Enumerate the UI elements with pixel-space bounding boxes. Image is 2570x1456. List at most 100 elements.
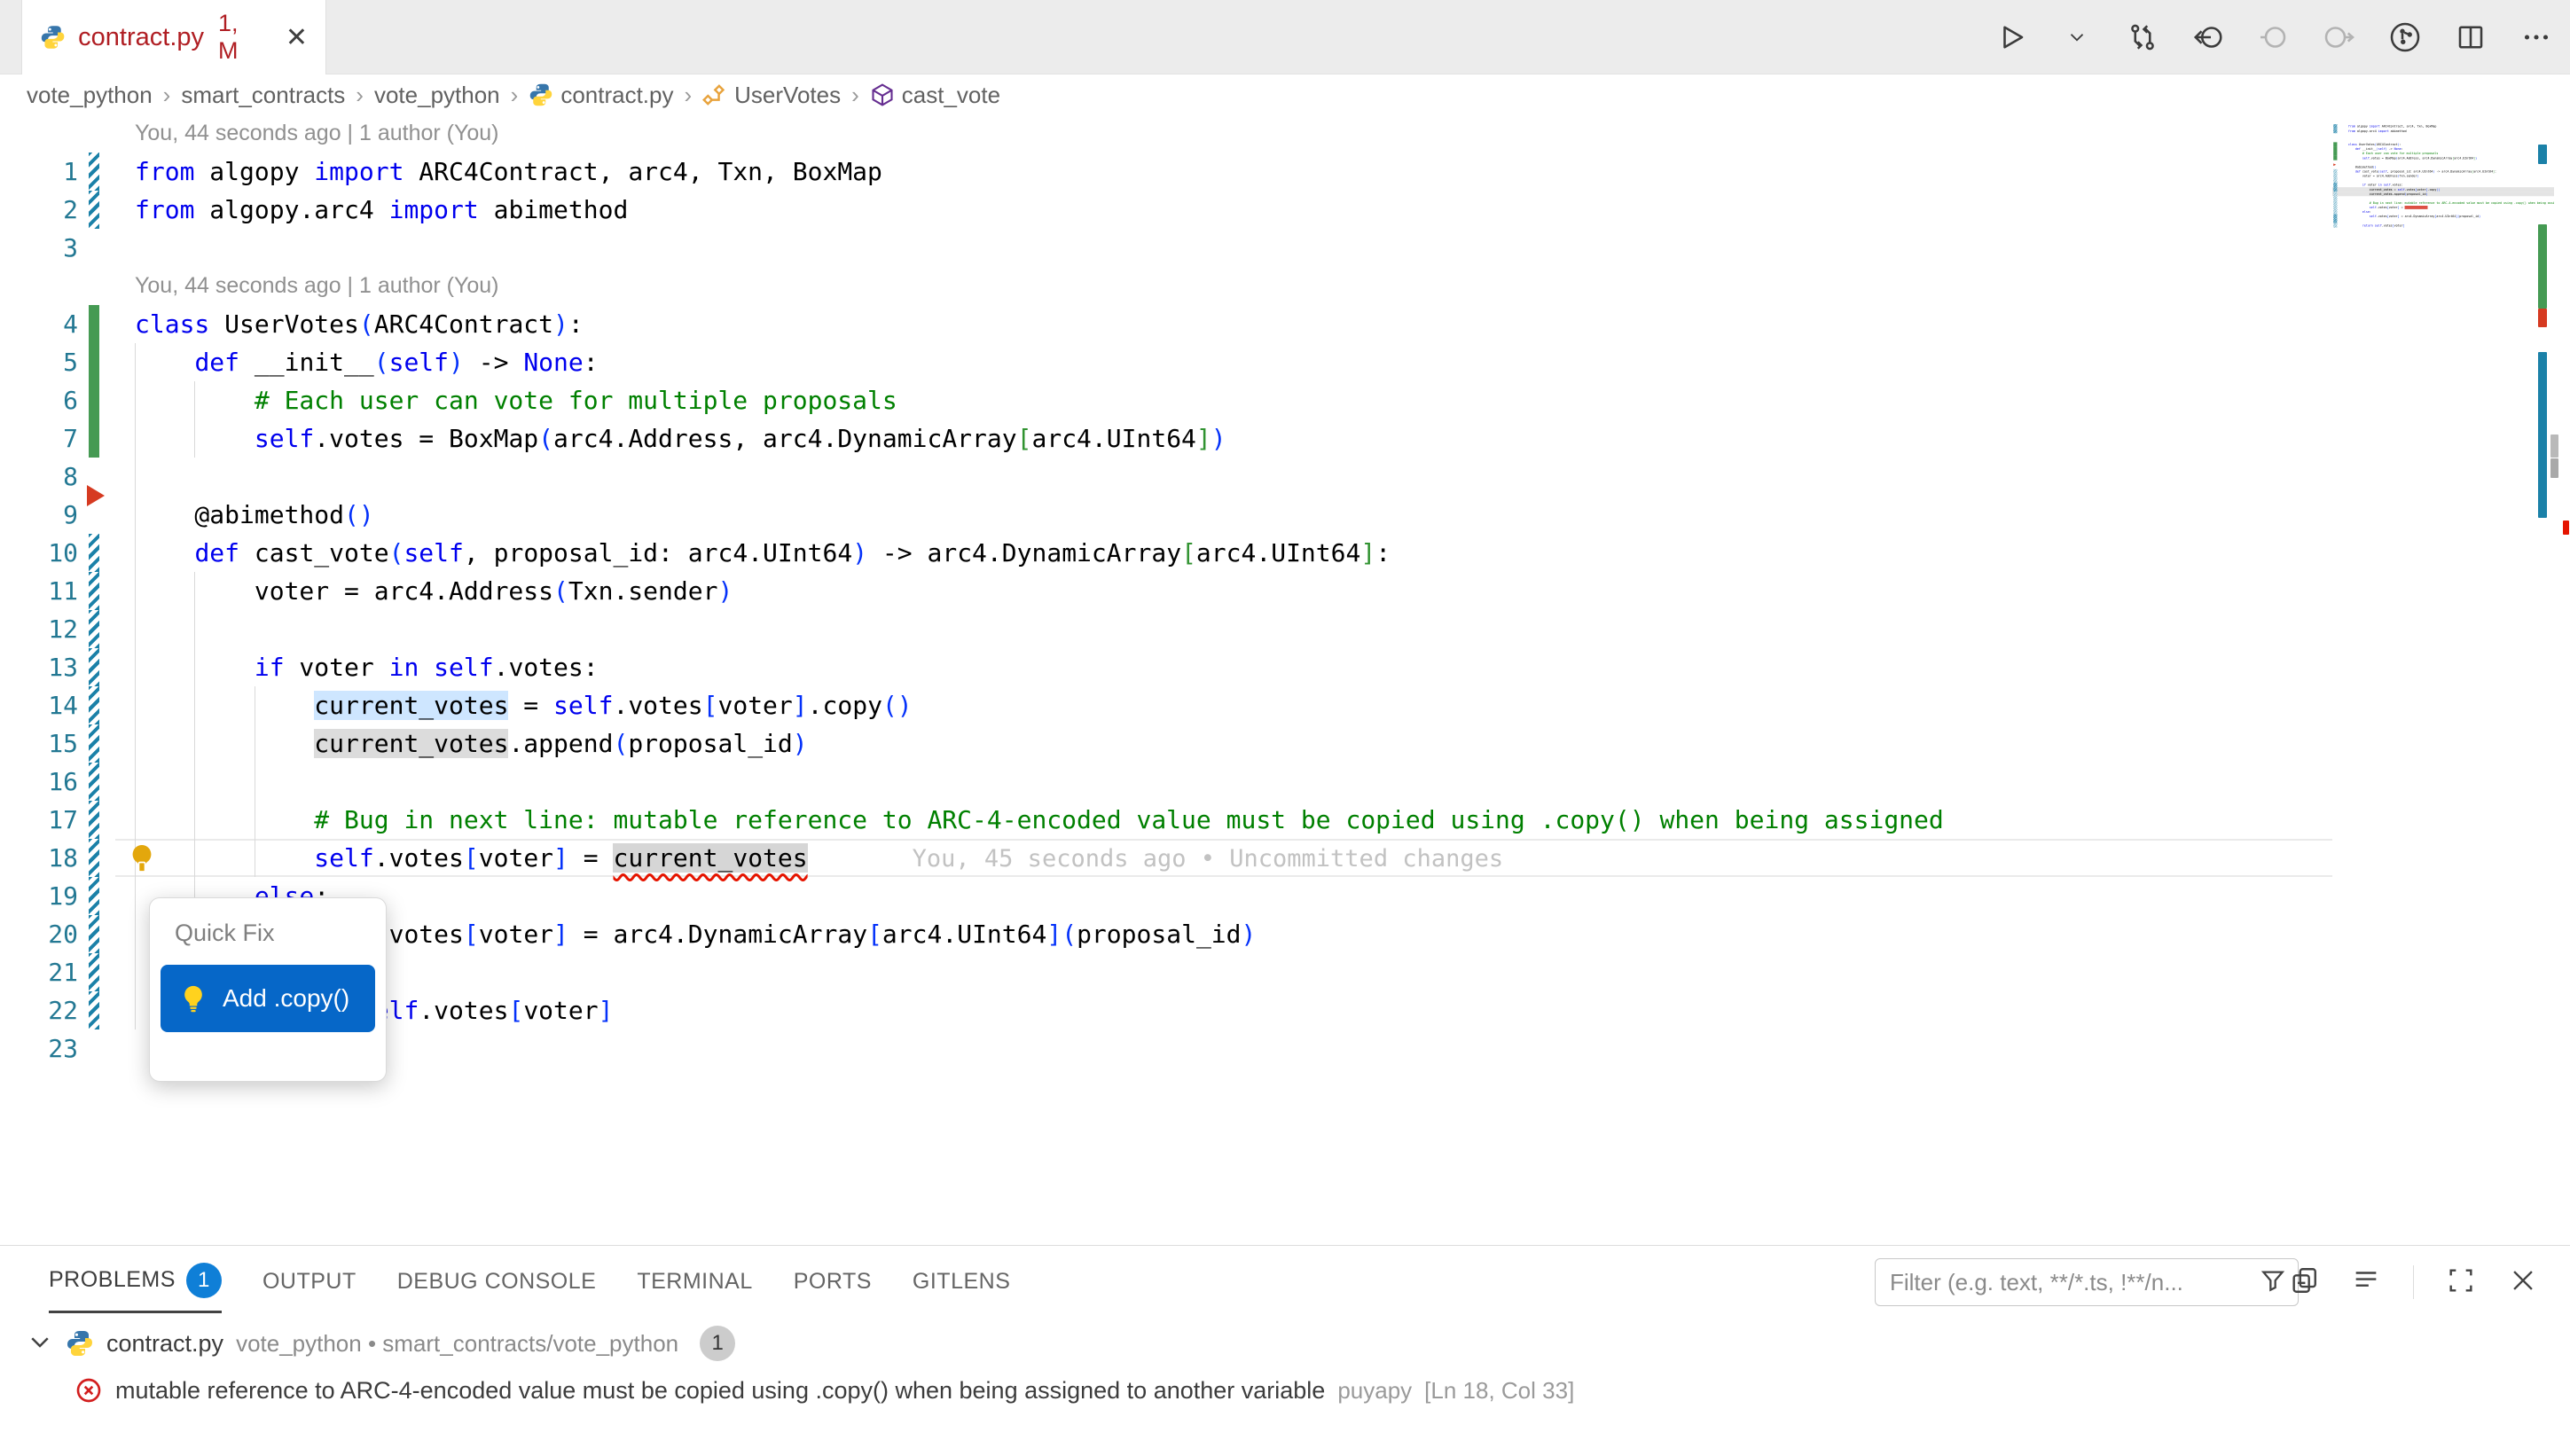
breadcrumb-item-smart_contracts[interactable]: smart_contracts (181, 82, 345, 109)
breadcrumb-item-cast_vote[interactable]: cast_vote (870, 82, 1000, 109)
code-line[interactable]: 16 (0, 763, 2341, 801)
gutter-modified-indicator[interactable] (89, 763, 99, 801)
filter-input[interactable] (1890, 1269, 2259, 1296)
line-number[interactable]: 4 (0, 305, 78, 343)
line-number[interactable]: 1 (0, 153, 78, 191)
blame-annotation[interactable]: You, 44 seconds ago | 1 author (You) (0, 114, 2341, 153)
line-number[interactable]: 13 (0, 648, 78, 686)
panel-tab-terminal[interactable]: TERMINAL (637, 1249, 752, 1313)
code-text[interactable]: def cast_vote(self, proposal_id: arc4.UI… (135, 534, 1391, 572)
gutter-deleted-indicator[interactable] (2333, 163, 2336, 166)
code-line[interactable]: 8 (0, 458, 2341, 496)
code-text[interactable]: @abimethod() (135, 496, 374, 534)
code-line[interactable]: 12 (0, 610, 2341, 648)
run-icon[interactable] (1994, 20, 2029, 55)
breadcrumb-item-contract.py[interactable]: contract.py (529, 82, 673, 109)
close-icon[interactable]: ✕ (286, 22, 308, 53)
code-line[interactable]: 10 def cast_vote(self, proposal_id: arc4… (0, 534, 2341, 572)
code-line[interactable]: 6 # Each user can vote for multiple prop… (0, 381, 2341, 419)
line-number[interactable]: 18 (0, 839, 78, 877)
gutter-modified-indicator[interactable] (89, 877, 99, 915)
breadcrumb-item-UserVotes[interactable]: UserVotes (702, 82, 841, 109)
line-number[interactable]: 15 (0, 724, 78, 763)
code-line[interactable]: 23 (2332, 228, 2554, 232)
panel-tab-gitlens[interactable]: GITLENS (913, 1249, 1010, 1313)
gutter-modified-indicator[interactable] (89, 915, 99, 953)
gutter-modified-indicator[interactable] (89, 191, 99, 229)
gutter-modified-indicator[interactable] (89, 801, 99, 839)
line-number[interactable]: 10 (0, 534, 78, 572)
problem-row[interactable]: mutable reference to ARC-4-encoded value… (0, 1368, 2570, 1413)
code-line[interactable]: 1 from algopy import ARC4Contract, arc4, … (0, 153, 2341, 191)
code-text[interactable]: def __init__(self) -> None: (135, 343, 599, 381)
code-text[interactable]: class UserVotes(ARC4Contract): (135, 305, 584, 343)
gutter-modified-indicator[interactable] (89, 724, 99, 763)
gutter-added-indicator[interactable] (89, 343, 99, 381)
gutter-added-indicator[interactable] (89, 419, 99, 458)
panel-tab-problems[interactable]: PROBLEMS1 (49, 1249, 222, 1313)
lightbulb-icon[interactable] (126, 842, 158, 874)
line-number[interactable]: 5 (0, 343, 78, 381)
problems-file-row[interactable]: contract.py vote_python • smart_contract… (0, 1322, 2570, 1365)
gitlens-blame-text[interactable]: You, 44 seconds ago | 1 author (You) (135, 114, 499, 153)
panel-tab-output[interactable]: OUTPUT (262, 1249, 357, 1313)
code-line[interactable]: 11 voter = arc4.Address(Txn.sender) (0, 572, 2341, 610)
line-number[interactable]: 11 (0, 572, 78, 610)
maximize-panel-icon[interactable] (2446, 1265, 2476, 1300)
minimap[interactable]: You, 44 seconds ago | 1 author (You)1fro… (2332, 120, 2554, 1237)
code-line[interactable]: 18 self.votes[voter] = current_votesYou,… (0, 839, 2341, 877)
code-line[interactable]: 5 def __init__(self) -> None: (0, 343, 2341, 381)
code-line[interactable]: 13 if voter in self.votes: (0, 648, 2341, 686)
code-text[interactable]: # Bug in next line: mutable reference to… (135, 801, 1944, 839)
gutter-modified-indicator[interactable] (89, 572, 99, 610)
quick-fix-add-copy[interactable]: Add .copy() (161, 965, 375, 1032)
navigate-back-icon[interactable] (2190, 20, 2226, 55)
gutter-modified-indicator[interactable] (89, 991, 99, 1029)
gutter-modified-indicator[interactable] (89, 839, 99, 877)
line-number[interactable]: 12 (0, 610, 78, 648)
code-line[interactable]: 14 current_votes = self.votes[voter].cop… (0, 686, 2341, 724)
code-line[interactable]: 3 (0, 229, 2341, 267)
close-panel-icon[interactable] (2508, 1265, 2538, 1300)
line-number[interactable]: 19 (0, 877, 78, 915)
code-text[interactable]: if voter in self.votes: (135, 648, 599, 686)
line-number[interactable]: 20 (0, 915, 78, 953)
gutter-modified-indicator[interactable] (89, 534, 99, 572)
line-number[interactable]: 22 (0, 991, 78, 1029)
panel-tab-debug-console[interactable]: DEBUG CONSOLE (397, 1249, 597, 1313)
line-number[interactable]: 23 (0, 1029, 78, 1068)
panel-tab-ports[interactable]: PORTS (794, 1249, 872, 1313)
breadcrumb-item-vote_python[interactable]: vote_python (27, 82, 153, 109)
gutter-added-indicator[interactable] (89, 381, 99, 419)
code-text[interactable]: current_votes = self.votes[voter].copy() (135, 686, 913, 724)
gutter-added-indicator[interactable] (89, 305, 99, 343)
line-number[interactable]: 21 (0, 953, 78, 991)
line-number[interactable]: 3 (0, 229, 78, 267)
gutter-modified-indicator[interactable] (89, 153, 99, 191)
collapse-all-icon[interactable] (2289, 1265, 2319, 1300)
code-text[interactable]: current_votes.append(proposal_id) (135, 724, 808, 763)
code-line[interactable]: 4 class UserVotes(ARC4Contract): (0, 305, 2341, 343)
blame-annotation[interactable]: You, 44 seconds ago | 1 author (You) (0, 267, 2341, 305)
chevron-down-icon[interactable] (27, 1328, 53, 1359)
breadcrumb-item-vote_python[interactable]: vote_python (374, 82, 500, 109)
code-editor[interactable]: You, 44 seconds ago | 1 author (You) 1 fro… (0, 114, 2570, 1245)
code-text[interactable]: self.votes[voter] = current_votesYou, 45… (135, 839, 1503, 878)
gutter-modified-indicator[interactable] (89, 648, 99, 686)
code-line[interactable]: 15 current_votes.append(proposal_id) (0, 724, 2341, 763)
code-text[interactable]: from algopy.arc4 import abimethod (135, 191, 628, 229)
gutter-modified-indicator[interactable] (89, 686, 99, 724)
gitlens-blame-text[interactable]: You, 44 seconds ago | 1 author (You) (135, 267, 499, 305)
code-text[interactable]: # Each user can vote for multiple propos… (135, 381, 897, 419)
gutter-deleted-indicator[interactable] (87, 485, 105, 506)
line-number[interactable]: 16 (0, 763, 78, 801)
gitlens-graph-icon[interactable] (2387, 20, 2423, 55)
line-number[interactable]: 14 (0, 686, 78, 724)
code-line[interactable]: 2 from algopy.arc4 import abimethod (0, 191, 2341, 229)
code-line[interactable]: 9 @abimethod() (0, 496, 2341, 534)
code-text[interactable]: from algopy import ARC4Contract, arc4, T… (135, 153, 882, 191)
code-line[interactable]: 17 # Bug in next line: mutable reference… (0, 801, 2341, 839)
gutter-modified-indicator[interactable] (89, 953, 99, 991)
line-number[interactable]: 2 (0, 191, 78, 229)
run-dropdown-chevron-icon[interactable] (2059, 20, 2095, 55)
